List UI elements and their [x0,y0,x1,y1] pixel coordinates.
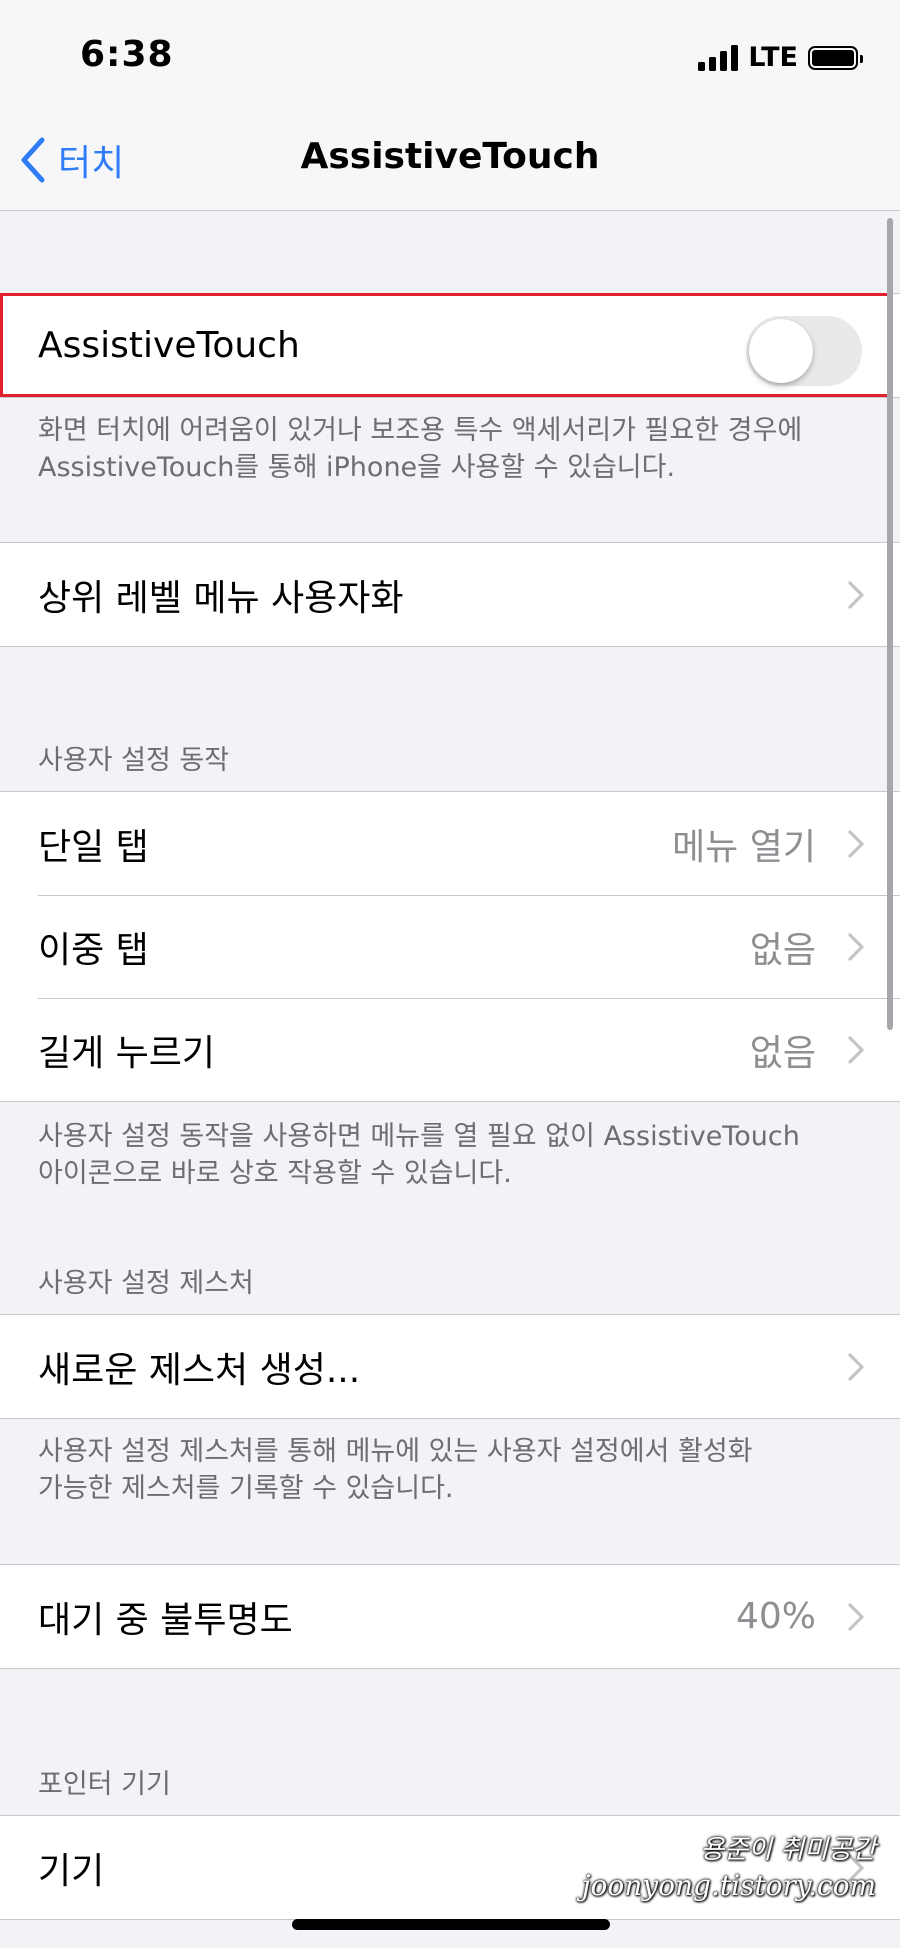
custom-gestures-header: 사용자 설정 제스처 [38,1268,254,1299]
chevron-right-icon [848,829,864,858]
navigation-bar: 터치 AssistiveTouch [0,110,900,211]
double-tap-value: 없음 [749,929,816,971]
double-tap-row[interactable]: 이중 탭 없음 [0,895,900,998]
assistive-touch-footer: 화면 터치에 어려움이 있거나 보조용 특수 액세서리가 필요한 경우에 Ass… [38,415,803,483]
cellular-signal-icon [698,44,739,71]
status-time: 6:38 [80,34,174,75]
custom-actions-header: 사용자 설정 동작 [38,745,230,776]
top-level-menu-group: 상위 레벨 메뉴 사용자화 [0,542,900,647]
chevron-right-icon [848,932,864,961]
double-tap-label: 이중 탭 [38,929,149,971]
network-type: LTE [748,42,798,73]
idle-opacity-label: 대기 중 불투명도 [38,1599,293,1641]
single-tap-value: 메뉴 열기 [672,826,816,868]
idle-opacity-row[interactable]: 대기 중 불투명도 40% [0,1565,900,1668]
idle-opacity-group: 대기 중 불투명도 40% [0,1564,900,1669]
battery-icon [808,45,863,70]
page-title: AssistiveTouch [300,136,600,177]
chevron-right-icon [848,580,864,609]
assistive-touch-row: AssistiveTouch [0,294,900,397]
create-gesture-row[interactable]: 새로운 제스처 생성... [0,1315,900,1418]
custom-actions-group: 단일 탭 메뉴 열기 이중 탭 없음 길게 누르기 없음 [0,791,900,1102]
home-indicator[interactable] [292,1919,610,1930]
watermark: 용준이 취미공간 joonyong.tistory.com [581,1835,876,1902]
status-bar: 6:38 LTE [0,0,900,110]
status-indicators: LTE [698,42,863,73]
chevron-right-icon [848,1602,864,1631]
long-press-label: 길게 누르기 [38,1032,216,1074]
single-tap-label: 단일 탭 [38,826,149,868]
single-tap-row[interactable]: 단일 탭 메뉴 열기 [0,792,900,895]
chevron-right-icon [848,1035,864,1064]
devices-label: 기기 [38,1850,105,1892]
assistive-touch-group: AssistiveTouch [0,293,900,398]
scroll-indicator[interactable] [887,218,893,1030]
long-press-value: 없음 [749,1032,816,1074]
top-level-menu-row[interactable]: 상위 레벨 메뉴 사용자화 [0,543,900,646]
custom-gestures-footer: 사용자 설정 제스처를 통해 메뉴에 있는 사용자 설정에서 활성화 가능한 제… [38,1436,753,1504]
custom-gestures-group: 새로운 제스처 생성... [0,1314,900,1419]
long-press-row[interactable]: 길게 누르기 없음 [0,998,900,1101]
assistive-touch-toggle[interactable] [746,316,862,386]
top-level-menu-label: 상위 레벨 메뉴 사용자화 [38,577,404,619]
create-gesture-label: 새로운 제스처 생성... [38,1349,361,1391]
chevron-right-icon [848,1352,864,1381]
pointer-devices-header: 포인터 기기 [38,1769,171,1800]
toggle-knob [749,319,813,383]
idle-opacity-value: 40% [735,1596,816,1637]
assistive-touch-label: AssistiveTouch [38,325,300,366]
custom-actions-footer: 사용자 설정 동작을 사용하면 메뉴를 열 필요 없이 AssistiveTou… [38,1121,800,1189]
